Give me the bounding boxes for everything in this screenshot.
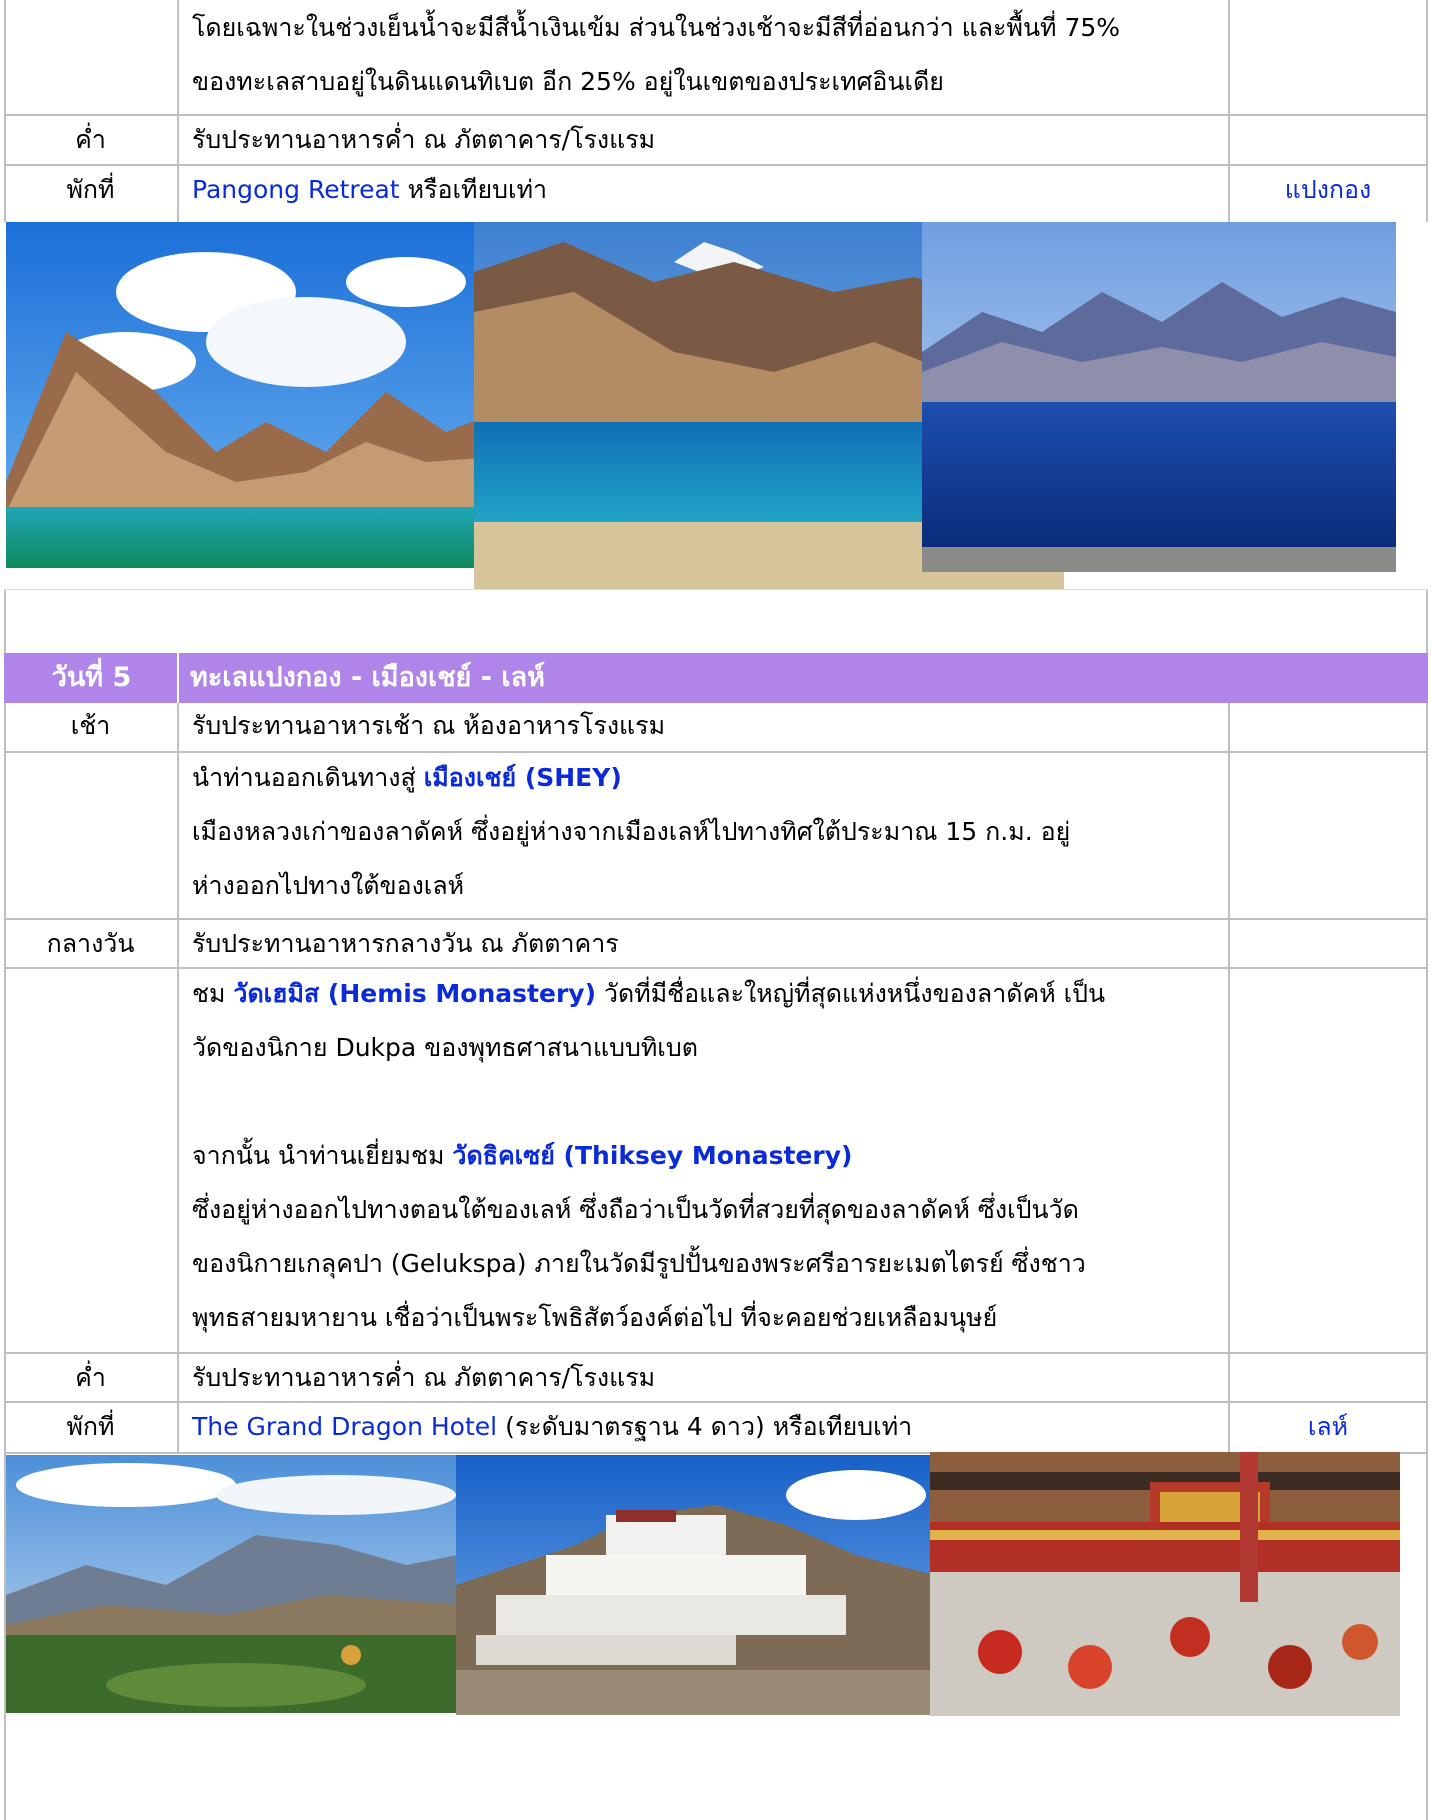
shey-prefix: นำท่านออกเดินทางสู่ <box>192 763 416 792</box>
stay-suffix-day5: (ระดับมาตรฐาน 4 ดาว) หรือเทียบเท่า <box>505 1412 913 1441</box>
lunch-label: กลางวัน <box>46 929 135 958</box>
hemis-line-2: วัดของนิกาย Dukpa ของพุทธศาสนาแบบทิเบต <box>192 1033 698 1062</box>
thiksey-desc-line-1: ซึ่งอยู่ห่างออกไปทางตอนใต้ของเลห์ ซึ่งถื… <box>192 1195 1079 1224</box>
thiksey-desc-line-3: พุทธสายมหายาน เชื่อว่าเป็นพระโพธิสัตว์อง… <box>192 1303 998 1332</box>
hotel-link[interactable]: Pangong Retreat <box>192 175 400 204</box>
stay-location-day5: เลห์ <box>1307 1412 1349 1441</box>
day-header-band: วันที่ 5 ทะเลแปงกอง - เมืองเชย์ - เลห์ <box>4 653 1428 703</box>
photo-thiksey-monastery <box>456 1455 934 1715</box>
day-title: ทะเลแปงกอง - เมืองเชย์ - เลห์ <box>190 662 545 693</box>
dinner-label: ค่ำ <box>75 125 106 154</box>
lunch-text: รับประทานอาหารกลางวัน ณ ภัตตาคาร <box>192 929 619 958</box>
stay-row: Pangong Retreat หรือเทียบเท่า <box>180 166 1226 216</box>
hotel-link-day5[interactable]: The Grand Dragon Hotel <box>192 1412 497 1441</box>
hemis-desc-1: วัดที่มีชื่อและใหญ่ที่สุดแห่งหนึ่งของลาด… <box>603 979 1106 1008</box>
stay-location: แปงกอง <box>1284 175 1372 204</box>
stay-label: พักที่ <box>66 175 115 204</box>
dinner-text-day5: รับประทานอาหารค่ำ ณ ภัตตาคาร/โรงแรม <box>192 1363 656 1392</box>
photo-pangong-mountains-clouds <box>6 222 496 568</box>
thiksey-name: วัดธิคเซย์ (Thiksey Monastery) <box>452 1141 853 1170</box>
breakfast-label: เช้า <box>70 711 111 740</box>
hemis-line-1: ชม วัดเฮมิส (Hemis Monastery) วัดที่มีชื… <box>180 970 1226 1024</box>
hemis-prefix: ชม <box>192 979 226 1008</box>
day-number: วันที่ 5 <box>51 662 132 693</box>
thiksey-prefix: จากนั้น นำท่านเยี่ยมชม <box>192 1141 445 1170</box>
thiksey-heading: จากนั้น นำท่านเยี่ยมชม วัดธิคเซย์ (Thiks… <box>180 1132 1226 1186</box>
dinner-text: รับประทานอาหารค่ำ ณ ภัตตาคาร/โรงแรม <box>192 125 656 154</box>
hemis-name: วัดเฮมิส (Hemis Monastery) <box>233 979 596 1008</box>
shey-desc-line-1: เมืองหลวงเก่าของลาดัคห์ ซึ่งอยู่ห่างจากเ… <box>192 817 1071 846</box>
dinner-label-day5: ค่ำ <box>75 1363 106 1392</box>
stay-suffix: หรือเทียบเท่า <box>407 175 548 204</box>
intro-line-2: ของทะเลสาบอยู่ในดินแดนทิเบต อีก 25% อยู่… <box>192 67 944 96</box>
photo-pangong-lake-reflection <box>922 222 1396 572</box>
photo-hemis-festival <box>930 1452 1400 1716</box>
stay-row-day5: The Grand Dragon Hotel (ระดับมาตรฐาน 4 ด… <box>180 1403 1226 1452</box>
thiksey-desc-line-2: ของนิกายเกลุคปา (Gelukspa) ภายในวัดมีรูป… <box>192 1249 1086 1278</box>
shey-name: เมืองเชย์ (SHEY) <box>423 763 622 792</box>
intro-line-1: โดยเฉพาะในช่วงเย็นน้ำจะมีสีน้ำเงินเข้ม ส… <box>192 13 1121 42</box>
breakfast-text: รับประทานอาหารเช้า ณ ห้องอาหารโรงแรม <box>192 711 666 740</box>
photo-leh-valley <box>6 1455 458 1713</box>
shey-heading: นำท่านออกเดินทางสู่ เมืองเชย์ (SHEY) <box>180 754 1226 808</box>
stay-label-day5: พักที่ <box>66 1412 115 1441</box>
shey-desc-line-2: ห่างออกไปทางใต้ของเลห์ <box>192 871 465 900</box>
